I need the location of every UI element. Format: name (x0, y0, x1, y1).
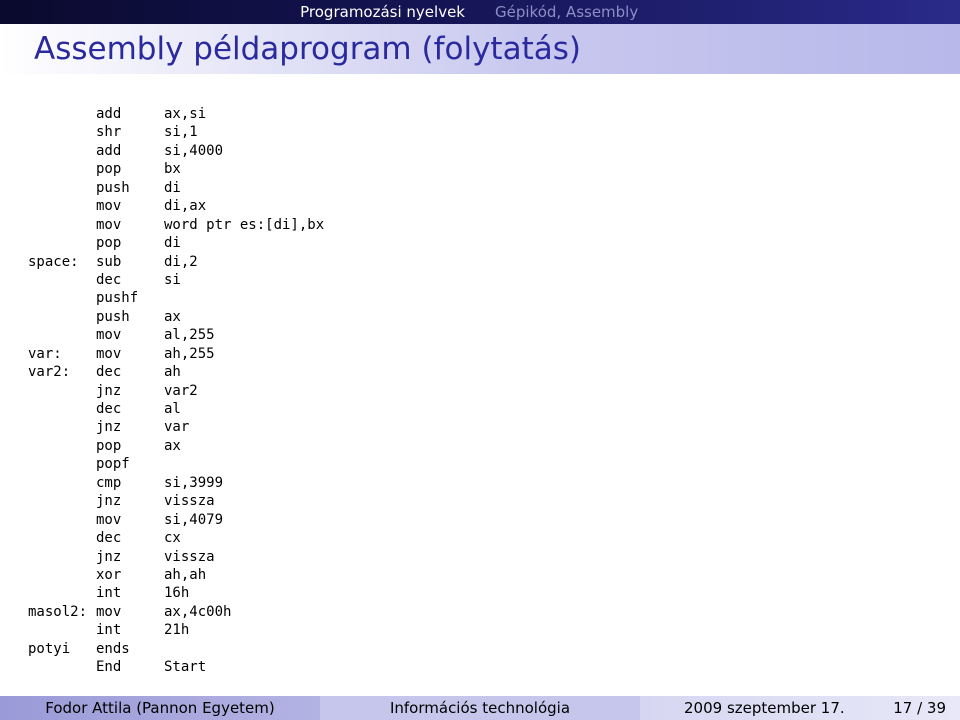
code-label: var2: (28, 364, 71, 381)
code-instruction: mov (96, 345, 122, 362)
code-operands: si,3999 (164, 474, 224, 491)
code-instruction: dec (96, 401, 122, 417)
footer-course[interactable]: Információs technológia (320, 696, 640, 720)
code-instruction: dec (96, 530, 122, 547)
code-operands: Start (164, 659, 207, 676)
code-instruction: mov (96, 603, 122, 620)
code-instruction: mov (96, 327, 122, 344)
code-operands: si,4079 (164, 511, 224, 528)
code-instruction: popf (96, 456, 130, 473)
code-operands: di,ax (164, 198, 207, 215)
code-operands: bx (164, 161, 181, 178)
slide-title: Assembly példaprogram (folytatás) (34, 31, 581, 67)
code-instruction: ends (96, 640, 130, 657)
code-instruction: shr (96, 124, 122, 141)
code-instruction: mov (96, 511, 122, 528)
code-operands: 16h (164, 585, 190, 602)
code-instruction: dec (96, 271, 122, 288)
code-operands: di (164, 235, 181, 252)
code-operands: si,1 (164, 124, 198, 141)
footer-author[interactable]: Fodor Attila (Pannon Egyetem) (0, 696, 320, 720)
nav-subsection-current[interactable]: Gépikód, Assembly (495, 2, 638, 22)
code-instruction: push (96, 308, 130, 325)
code-operands: ah,ah (164, 566, 207, 583)
code-instruction: jnz (96, 382, 122, 399)
section-navigation-bar: Programozási nyelvek Gépikód, Assembly (0, 0, 960, 24)
code-instruction: mov (96, 198, 122, 215)
slide-footer: Fodor Attila (Pannon Egyetem) Információ… (0, 696, 960, 720)
code-operands: al (164, 401, 181, 417)
code-instruction: jnz (96, 419, 122, 436)
code-instruction: int (96, 622, 122, 639)
code-label: potyi (28, 640, 71, 657)
code-operands: ah (164, 364, 181, 381)
code-operands: si (164, 271, 181, 288)
code-operands: var2 (164, 382, 198, 399)
code-operands: ax,si (164, 106, 207, 122)
code-operands: 21h (164, 622, 190, 639)
nav-section-current[interactable]: Programozási nyelvek (300, 2, 465, 22)
code-operands: di (164, 179, 181, 196)
code-instruction: jnz (96, 493, 122, 510)
code-label: masol2: (28, 603, 88, 620)
code-operands: ax (164, 308, 181, 325)
code-instruction: add (96, 142, 122, 159)
code-operands: cx (164, 530, 181, 547)
code-instruction: pop (96, 437, 122, 454)
code-operands: ax (164, 437, 181, 454)
code-instruction: pushf (96, 290, 139, 307)
code-label: space: (28, 253, 79, 270)
code-instruction: cmp (96, 474, 122, 491)
code-operands: ah,255 (164, 345, 215, 362)
code-instruction: pop (96, 161, 122, 178)
code-instruction: pop (96, 235, 122, 252)
slide-title-bar: Assembly példaprogram (folytatás) (0, 24, 960, 74)
code-operands: word ptr es:[di],bx (164, 216, 325, 233)
code-label: var: (28, 345, 62, 362)
footer-page-number: 17 / 39 (893, 699, 946, 717)
code-instruction: End (96, 659, 122, 676)
code-operands: di,2 (164, 253, 198, 270)
code-operands: vissza (164, 548, 215, 565)
code-instruction: xor (96, 566, 122, 583)
code-operands: vissza (164, 493, 215, 510)
code-operands: si,4000 (164, 142, 224, 159)
code-instruction: mov (96, 216, 122, 233)
code-instruction: dec (96, 364, 122, 381)
code-instruction: add (96, 106, 122, 122)
footer-date: 2009 szeptember 17. (684, 699, 845, 717)
code-operands: al,255 (164, 327, 215, 344)
code-operands: ax,4c00h (164, 603, 232, 620)
footer-date-page: 2009 szeptember 17. 17 / 39 (640, 696, 960, 720)
code-instruction: int (96, 585, 122, 602)
code-instruction: sub (96, 253, 122, 270)
code-instruction: push (96, 179, 130, 196)
code-instruction: jnz (96, 548, 122, 565)
code-operands: var (164, 419, 190, 436)
